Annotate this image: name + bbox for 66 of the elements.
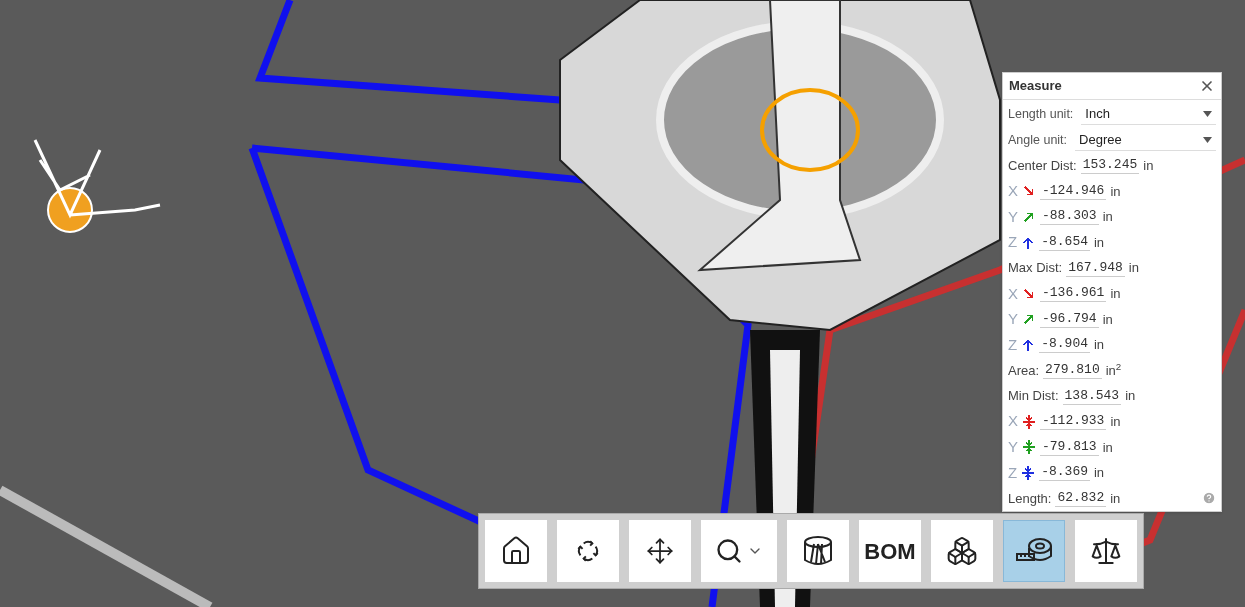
unit-dropdown[interactable]: Inch — [1081, 103, 1216, 125]
axis-label: Y — [1008, 437, 1018, 458]
unit-setting-label: Angle unit: — [1008, 131, 1068, 149]
toolbar-button[interactable] — [557, 520, 619, 582]
measure-label: Min Dist: — [1008, 387, 1059, 406]
unit-label: in — [1102, 438, 1113, 457]
unit-label: in — [1102, 310, 1113, 329]
measure-label: Length: — [1008, 489, 1052, 508]
measure-value: -79.813 — [1040, 438, 1099, 456]
unit-label: in — [1128, 259, 1139, 278]
dropdown-caret-icon — [1203, 136, 1212, 143]
toolbar-button[interactable] — [787, 520, 849, 582]
measure-value: -96.794 — [1040, 310, 1099, 328]
move-arrows-icon — [646, 537, 674, 565]
dropdown-caret-icon — [1203, 110, 1212, 117]
unit-label: in — [1094, 233, 1105, 252]
measure-value: 279.810 — [1043, 362, 1102, 380]
unit-label: in — [1102, 208, 1113, 227]
unit-label: in — [1110, 489, 1121, 508]
measure-label: Area: — [1008, 361, 1040, 380]
measure-value: -112.933 — [1040, 413, 1107, 431]
measure-value: 62.832 — [1055, 490, 1107, 507]
axis-label: X — [1008, 181, 1018, 202]
measure-label: Max Dist: — [1008, 259, 1063, 278]
axis-label: Z — [1008, 462, 1018, 483]
close-button[interactable] — [1199, 78, 1215, 94]
axis-label: Z — [1008, 232, 1018, 253]
measure-value: -8.654 — [1039, 234, 1090, 252]
axis-label: X — [1008, 283, 1018, 304]
bom-button[interactable]: BOM — [859, 520, 921, 582]
unit-label: in$^{2}$ — [1105, 360, 1122, 380]
axis-label: Y — [1008, 206, 1018, 227]
measure-label: Center Dist: — [1008, 157, 1077, 176]
panel-title: Measure — [1009, 77, 1062, 96]
unit-label: in — [1110, 413, 1121, 431]
unit-label: in — [1110, 182, 1121, 201]
axis-label: X — [1008, 411, 1018, 432]
boxes-icon — [946, 535, 978, 567]
toolbar-button[interactable] — [931, 520, 993, 582]
measure-value: -88.303 — [1040, 208, 1099, 226]
cylinder-section-icon — [801, 534, 835, 568]
measure-value: 153.245 — [1080, 157, 1140, 175]
measure-value: 167.948 — [1066, 259, 1125, 277]
toolbar-button[interactable] — [1075, 520, 1137, 582]
unit-label: in — [1094, 464, 1105, 483]
axis-label: Y — [1008, 309, 1018, 330]
balance-scale-icon — [1090, 535, 1122, 567]
unit-label: in — [1110, 285, 1121, 303]
axis-label: Z — [1008, 334, 1018, 355]
toolbar-button[interactable] — [629, 520, 691, 582]
unit-setting-label: Length unit: — [1008, 105, 1074, 123]
unit-label: in — [1143, 157, 1154, 176]
toolbar-button[interactable] — [485, 520, 547, 582]
measure-value: -136.961 — [1040, 285, 1107, 303]
zoom-magnifier-icon — [715, 537, 743, 565]
unit-label: in — [1125, 387, 1136, 406]
unit-label: in — [1094, 336, 1105, 355]
measure-value: 138.543 — [1062, 387, 1122, 405]
toolbar-button[interactable] — [701, 520, 777, 582]
rotate-arrows-icon — [575, 538, 601, 564]
unit-dropdown[interactable]: Degree — [1075, 129, 1216, 151]
toolbar-button[interactable] — [1003, 520, 1065, 582]
home-icon — [500, 535, 532, 567]
measure-value: -124.946 — [1040, 182, 1107, 200]
measure-value: -8.904 — [1039, 336, 1090, 354]
measure-value: -8.369 — [1039, 464, 1090, 482]
